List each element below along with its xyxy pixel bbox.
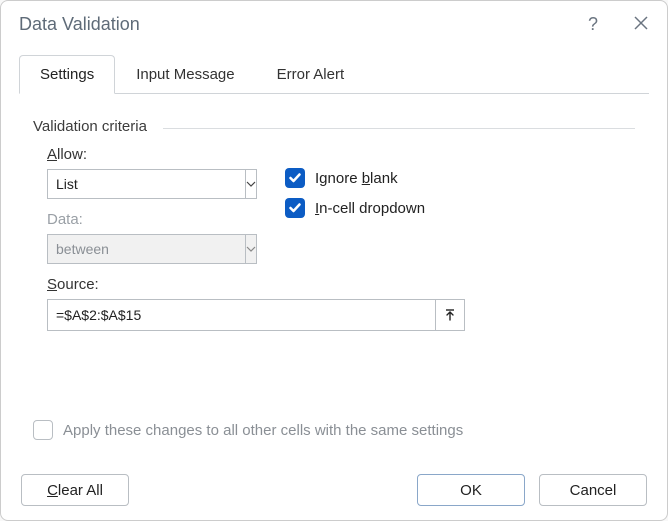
- source-block: Source:: [47, 276, 627, 331]
- checkbox-group: Ignore blank In-cell dropdown: [285, 146, 425, 218]
- checkbox-checked-icon: [285, 168, 305, 188]
- allow-input[interactable]: [47, 169, 245, 199]
- data-input: [47, 234, 245, 264]
- tab-settings[interactable]: Settings: [19, 55, 115, 94]
- clear-all-button[interactable]: Clear All: [21, 474, 129, 506]
- checkbox-checked-icon: [285, 198, 305, 218]
- apply-to-all-label: Apply these changes to all other cells w…: [63, 422, 463, 439]
- close-icon: [634, 16, 648, 30]
- incell-dropdown-label: In-cell dropdown: [315, 200, 425, 217]
- apply-to-all-checkbox: Apply these changes to all other cells w…: [33, 420, 463, 440]
- data-dropdown-button: [245, 234, 257, 264]
- ignore-blank-label: Ignore blank: [315, 170, 398, 187]
- help-button[interactable]: ?: [583, 14, 603, 35]
- data-combo: [47, 234, 257, 264]
- allow-combo[interactable]: [47, 169, 257, 199]
- chevron-down-icon: [246, 181, 256, 187]
- chevron-down-icon: [246, 246, 256, 252]
- titlebar: Data Validation ?: [1, 1, 667, 47]
- close-button[interactable]: [631, 14, 651, 35]
- dialog-footer: Clear All OK Cancel: [1, 460, 667, 520]
- ok-button[interactable]: OK: [417, 474, 525, 506]
- data-label: Data:: [47, 211, 257, 228]
- criteria-body: Allow: Data:: [33, 136, 635, 331]
- range-selector-icon: [444, 309, 456, 321]
- checkbox-unchecked-icon: [33, 420, 53, 440]
- tab-error-alert[interactable]: Error Alert: [256, 55, 366, 94]
- titlebar-buttons: ?: [583, 14, 651, 35]
- allow-label: Allow:: [47, 146, 257, 163]
- allow-dropdown-button[interactable]: [245, 169, 257, 199]
- incell-dropdown-checkbox[interactable]: In-cell dropdown: [285, 198, 425, 218]
- apply-to-all-row: Apply these changes to all other cells w…: [33, 420, 463, 440]
- dialog-content: Settings Input Message Error Alert Valid…: [1, 47, 667, 460]
- data-validation-dialog: Data Validation ? Settings Input Message…: [0, 0, 668, 521]
- source-input[interactable]: [47, 299, 435, 331]
- cancel-button[interactable]: Cancel: [539, 474, 647, 506]
- criteria-fieldset: Validation criteria: [33, 118, 635, 136]
- criteria-legend: Validation criteria: [33, 118, 147, 135]
- source-label: Source:: [47, 276, 627, 293]
- settings-panel: Validation criteria Allow: Data:: [19, 94, 649, 331]
- tabstrip: Settings Input Message Error Alert: [19, 55, 649, 94]
- dialog-title: Data Validation: [19, 14, 140, 35]
- range-selector-button[interactable]: [435, 299, 465, 331]
- tab-input-message[interactable]: Input Message: [115, 55, 255, 94]
- ignore-blank-checkbox[interactable]: Ignore blank: [285, 168, 425, 188]
